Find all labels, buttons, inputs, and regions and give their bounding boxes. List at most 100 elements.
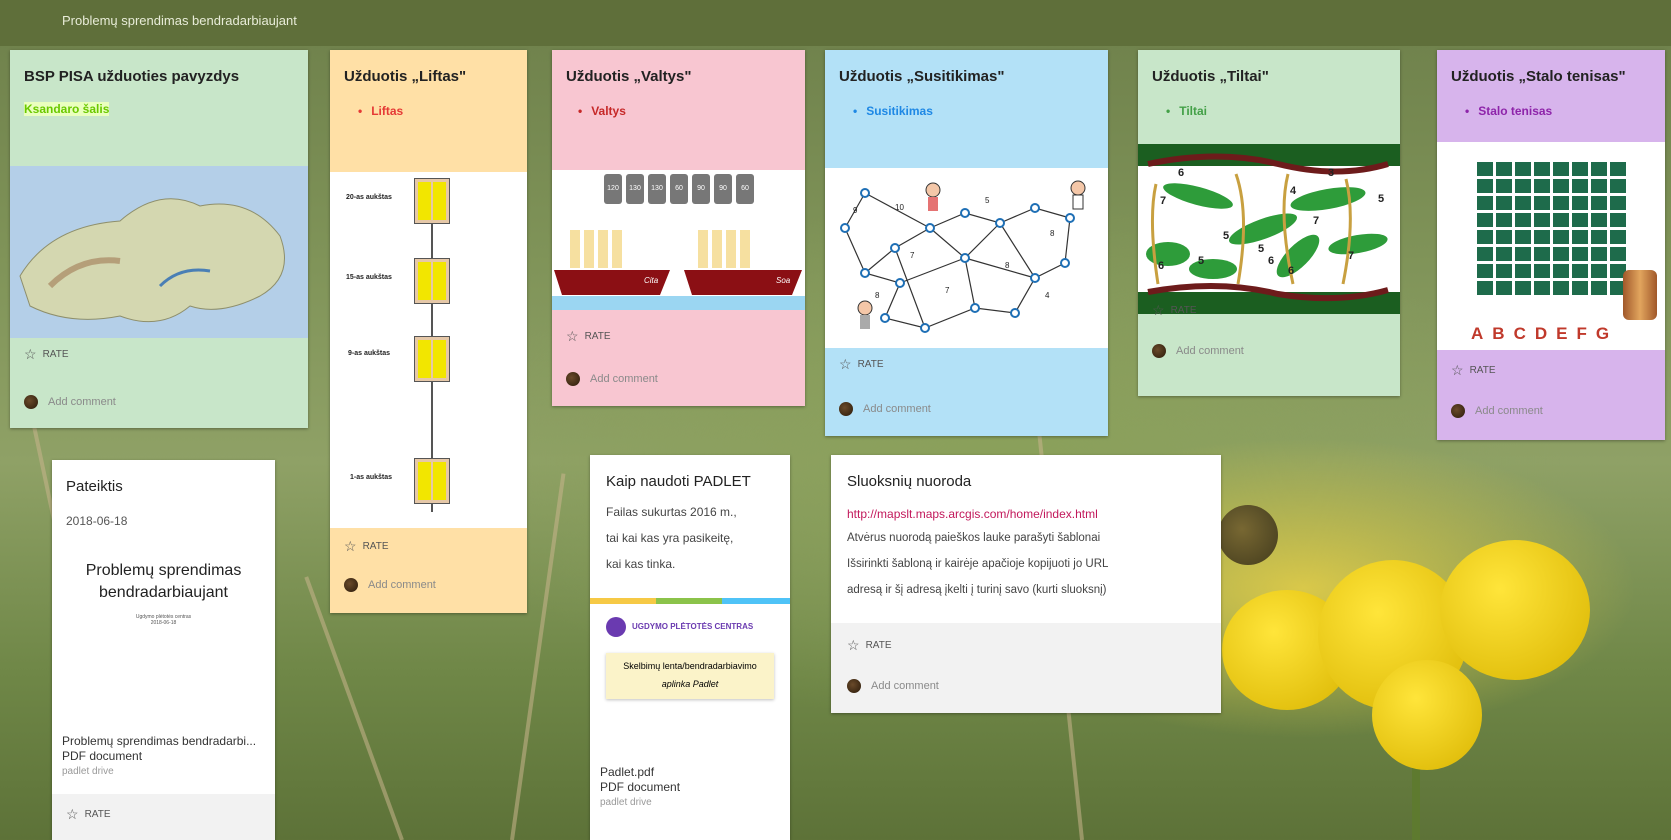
svg-text:7: 7 [1313,215,1319,227]
card-title: Užduotis „Liftas" [344,68,467,85]
star-icon: ☆ [1451,362,1464,378]
svg-text:5: 5 [985,196,990,205]
card-valtys[interactable]: Užduotis „Valtys" Valtys 120 130 130 60 … [552,50,805,406]
file-type: PDF document [600,780,681,794]
floor-label: 20-as aukštas [346,194,392,201]
floor-label: 9-as aukštas [348,350,391,357]
boat-label: Soa [776,276,791,285]
card-pateiktis[interactable]: Pateiktis 2018-06-18 Problemų sprendimas… [52,460,275,840]
card-bullet-link[interactable]: Tiltai [1166,104,1207,118]
letter-label: D [1534,324,1548,343]
card-title: BSP PISA užduoties pavyzdys [24,68,240,85]
card-bullet-link[interactable]: Stalo tenisas [1465,104,1552,118]
card-susitikimas[interactable]: Užduotis „Susitikimas" Susitikimas 9 10 5 8… [825,50,1108,436]
add-comment[interactable]: Add comment [344,578,436,592]
avatar [24,395,38,409]
star-icon: ☆ [24,346,37,362]
attachment-info[interactable]: Padlet.pdf PDF document padlet drive [600,765,680,810]
file-source: padlet drive [62,766,114,777]
svg-text:8: 8 [1005,261,1010,270]
star-icon: ☆ [66,806,79,822]
svg-text:10: 10 [895,203,904,212]
svg-text:7: 7 [910,251,915,260]
card-bullet-link[interactable]: Liftas [358,104,403,118]
rate-button[interactable]: ☆ RATE [566,328,611,345]
card-pisa[interactable]: BSP PISA užduoties pavyzdys Ksandaro šal… [10,50,308,428]
board-header: Problemų sprendimas bendradarbiaujant [0,0,1671,46]
rate-button[interactable]: ☆ RATE [24,346,69,363]
pdf-preview[interactable]: Problemų sprendimas bendradarbiaujant Ug… [52,560,275,680]
rate-button[interactable]: ☆ RATE [344,538,389,555]
svg-text:8: 8 [875,291,880,300]
boat-label: Cita [644,276,659,285]
file-name: Problemų sprendimas bendradarbi... [62,734,257,748]
svg-text:4: 4 [1290,185,1297,197]
rate-button[interactable]: ☆ RATE [1152,302,1197,319]
flower-petal [1440,540,1590,680]
grass-blade [304,576,404,840]
file-type: PDF document [62,749,143,763]
svg-text:6: 6 [1268,255,1274,267]
svg-text:7: 7 [1160,195,1166,207]
svg-text:5: 5 [1198,255,1204,267]
card-liftas[interactable]: Užduotis „Liftas" Liftas 20-as aukštas 1… [330,50,527,613]
add-comment[interactable]: Add comment [847,679,939,693]
add-comment[interactable]: Add comment [24,395,116,409]
card-kaip-naudoti-padlet[interactable]: Kaip naudoti PADLET Failas sukurtas 2016… [590,455,790,840]
letter-label: F [1576,324,1587,343]
schedule-image[interactable]: ABCDEFG [1437,142,1665,350]
preview-date: 2018-06-18 [150,620,177,626]
preview-box-line: aplinka Padlet [661,679,719,689]
avatar [839,402,853,416]
svg-text:6: 6 [1158,260,1164,272]
svg-text:5: 5 [1378,193,1384,205]
elevator-image[interactable]: 20-as aukštas 15-as aukštas 9-as aukštas… [330,172,527,528]
card-text: Atvėrus nuorodą paieškos lauke parašyti … [847,532,1109,596]
street-map-image[interactable]: 9 10 5 8 7 8 7 4 8 [825,168,1108,348]
file-source: padlet drive [600,797,652,808]
svg-text:8: 8 [1050,229,1055,238]
add-comment[interactable]: Add comment [839,402,931,416]
avatar [344,578,358,592]
card-title: Užduotis „Valtys" [566,68,692,85]
attachment-info[interactable]: Problemų sprendimas bendradarbi... PDF d… [62,734,256,779]
card-title: Užduotis „Stalo tenisas" [1451,68,1626,85]
preview-org: UGDYMO PLĖTOTĖS CENTRAS [632,622,754,631]
svg-text:6: 6 [1288,265,1294,277]
add-comment[interactable]: Add comment [1152,344,1244,358]
add-comment[interactable]: Add comment [566,372,658,386]
card-date: 2018-06-18 [66,514,128,528]
svg-text:5: 5 [1258,243,1264,255]
svg-text:7: 7 [1348,250,1354,262]
card-link[interactable]: Ksandaro šalis [24,102,110,116]
star-icon: ☆ [344,538,357,554]
map-image[interactable] [10,166,308,338]
card-stalo-tenisas[interactable]: Užduotis „Stalo tenisas" Stalo tenisas A… [1437,50,1665,440]
preview-box-line: Skelbimų lenta/bendradarbiavimo [623,661,757,671]
file-name: Padlet.pdf [600,765,655,779]
board-title: Problemų sprendimas bendradarbiaujant [62,13,297,28]
boats-image[interactable]: 120 130 130 60 90 90 60 Cita Soa [552,170,805,310]
card-sluoksniu-nuoroda[interactable]: Sluoksnių nuoroda http://mapslt.maps.arc… [831,455,1221,713]
pdf-preview[interactable]: UGDYMO PLĖTOTĖS CENTRAS Skelbimų lenta/b… [590,605,790,755]
add-comment[interactable]: Add comment [1451,404,1543,418]
svg-text:5: 5 [1223,230,1229,242]
card-title: Kaip naudoti PADLET [606,473,751,490]
map-url-link[interactable]: http://mapslt.maps.arcgis.com/home/index… [847,507,1098,521]
bridges-image[interactable]: 6753 5475 67566 [1138,144,1400,314]
letter-label: C [1513,324,1526,343]
card-tiltai[interactable]: Užduotis „Tiltai" Tiltai 6 7 5 3 5 4 [1138,50,1400,396]
star-icon: ☆ [839,356,852,372]
rate-button[interactable]: ☆ RATE [66,806,111,823]
bee-image [1218,505,1278,565]
drum-image [1623,270,1657,320]
rate-button[interactable]: ☆ RATE [839,356,884,373]
star-icon: ☆ [1152,302,1165,318]
card-bullet-link[interactable]: Valtys [578,104,626,118]
card-title: Užduotis „Susitikimas" [839,68,1005,85]
rate-button[interactable]: ☆ RATE [847,637,892,654]
card-bullet-link[interactable]: Susitikimas [853,104,933,118]
avatar [566,372,580,386]
rate-button[interactable]: ☆ RATE [1451,362,1496,379]
star-icon: ☆ [566,328,579,344]
